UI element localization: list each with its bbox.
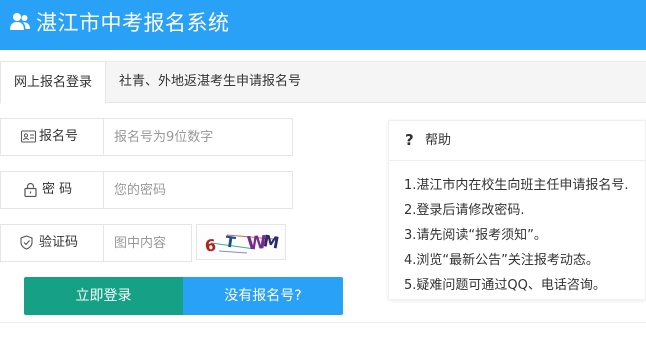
regno-input[interactable] [105,119,291,155]
svg-text:6: 6 [204,236,217,256]
shield-icon [20,235,33,250]
regno-label-box: 报名号 [1,119,104,155]
svg-text:M: M [262,231,281,252]
lock-icon [24,182,37,197]
login-button[interactable]: 立即登录 [24,277,183,315]
password-input[interactable] [105,172,291,208]
help-item: 3.请先阅读“报考须知”。 [404,228,547,243]
captcha-image-art: 6 T W M [204,231,281,256]
users-icon [10,13,30,30]
tab-online-login[interactable]: 网上报名登录 [0,61,106,104]
help-list: 1.湛江市内在校生向班主任申请报名号. 2.登录后请修改密码. 3.请先阅读“报… [404,173,629,298]
id-card-icon [21,130,36,143]
question-icon: ? [405,131,414,149]
app-header: 湛江市中考报名系统 [0,0,646,50]
regno-field: 报名号 [0,118,293,156]
tab-bar: 网上报名登录 社青、外地返湛考生申请报名号 [0,61,646,104]
captcha-image[interactable]: 6 T W M [196,224,286,260]
regno-label: 报名号 [39,129,79,144]
help-item: 5.疑难问题可通过QQ、电话咨询。 [404,278,606,293]
help-title: 帮助 [425,133,452,148]
password-field: 密 码 [0,171,293,209]
help-item: 2.登录后请修改密码. [404,203,525,218]
help-item: 4.浏览“最新公告”关注报考动态。 [404,253,599,268]
help-panel: ? 帮助 1.湛江市内在校生向班主任申请报名号. 2.登录后请修改密码. 3.请… [388,120,646,300]
no-regno-button[interactable]: 没有报名号? [183,277,343,315]
tab-apply-regno[interactable]: 社青、外地返湛考生申请报名号 [119,61,301,103]
captcha-label-box: 验证码 [1,225,104,261]
password-label-box: 密 码 [1,172,104,208]
captcha-input[interactable] [105,225,191,261]
svg-text:T: T [224,233,237,252]
page-title: 湛江市中考报名系统 [36,11,230,35]
captcha-field: 验证码 [0,224,192,262]
captcha-label: 验证码 [39,235,79,250]
help-header: ? 帮助 [389,121,645,161]
divider [0,322,646,323]
help-item: 1.湛江市内在校生向班主任申请报名号. [404,178,629,193]
password-label: 密 码 [42,182,73,197]
